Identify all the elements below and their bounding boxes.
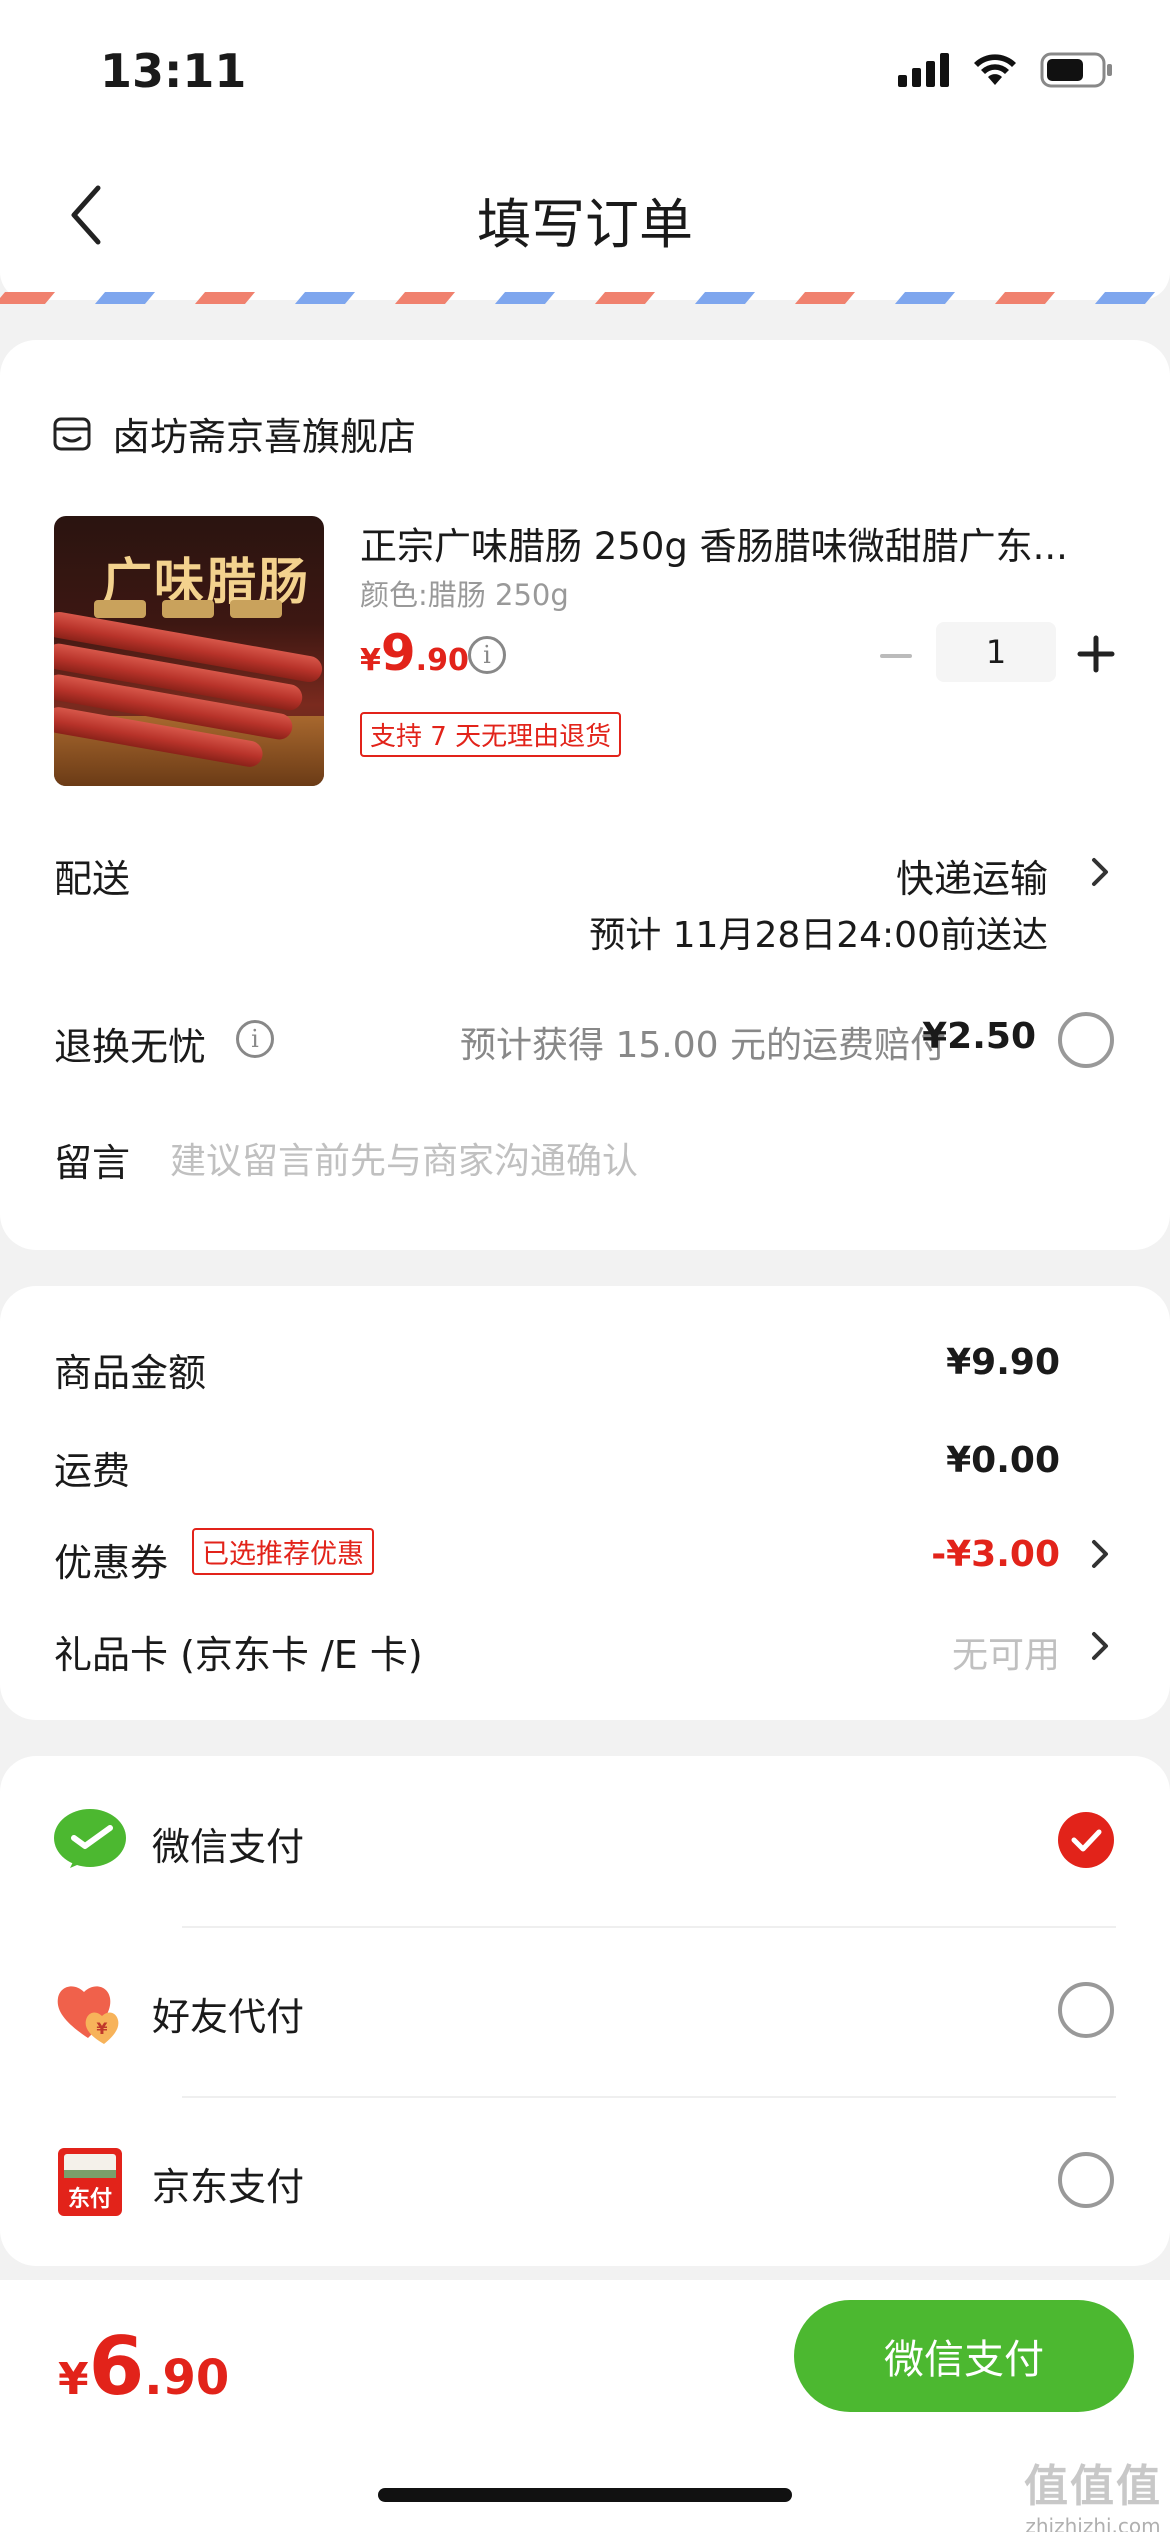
summary-card: 商品金额 ¥9.90 运费 ¥0.00 优惠券 已选推荐优惠 -¥3.00 礼品… [0,1286,1170,1720]
refund-text: 预计获得 15.00 元的运费赔付 [460,1025,946,1066]
refund-price: ¥2.50 [922,1016,1036,1057]
payment-radio[interactable] [1058,2152,1114,2208]
price-integer: 9 [380,624,416,682]
giftcard-label: 礼品卡 (京东卡 /E 卡) [54,1633,423,1677]
payment-card: 微信支付 ¥ 好友代付 东付 京东支付 [0,1756,1170,2266]
wifi-icon [974,54,1016,85]
refund-info-icon[interactable]: i [236,1020,274,1058]
goods-amount-label: 商品金额 [54,1351,207,1395]
product-spec[interactable]: 颜色:腊肠 250g [360,572,569,614]
goods-amount-value: ¥9.90 [946,1342,1060,1383]
battery-icon [1040,52,1112,88]
status-time: 13:11 [100,44,247,98]
payment-radio-checked[interactable] [1058,1812,1114,1868]
store-icon [53,417,91,450]
image-tag [94,600,146,618]
delivery-label: 配送 [54,857,131,901]
chevron-right-icon[interactable] [1084,852,1114,892]
message-label: 留言 [54,1141,131,1185]
signal-icon [898,53,949,87]
watermark-logo: 值值值 [1024,2461,1162,2512]
payment-label: 好友代付 [152,1995,305,2039]
product-image[interactable]: 广味腊肠 [54,516,324,786]
total-price: ¥ 6 .90 [58,2320,229,2413]
status-icons [898,52,1114,88]
product-price: ¥ 9 .90 [360,624,469,682]
image-tag [230,600,282,618]
jd-pay-icon: 东付 [58,2148,122,2216]
store-name: 卤坊斋京喜旗舰店 [112,415,417,459]
order-card: 卤坊斋京喜旗舰店 广味腊肠 正宗广味腊肠 250g 香肠腊味微甜腊广东... 颜… [0,340,1170,1250]
payment-option-wechat[interactable]: 微信支付 [0,1756,1170,1926]
page-title: 填写订单 [477,193,693,256]
quantity-plus-button[interactable] [1076,634,1116,674]
quantity-minus-button[interactable] [876,636,916,676]
total-currency: ¥ [58,2354,89,2405]
payment-label: 京东支付 [152,2165,305,2209]
price-currency: ¥ [360,643,381,678]
price-decimal: .90 [415,643,469,678]
total-integer: 6 [88,2320,145,2413]
delivery-eta: 预计 11月28日24:00前送达 [589,915,1048,956]
product-title[interactable]: 正宗广味腊肠 250g 香肠腊味微甜腊广东... [360,516,1120,570]
refund-label: 退换无忧 [54,1025,207,1069]
pay-button[interactable]: 微信支付 [794,2300,1134,2412]
coupon-value[interactable]: -¥3.00 [931,1534,1060,1575]
coupon-badge: 已选推荐优惠 [192,1528,374,1575]
shipping-label: 运费 [54,1449,131,1493]
shipping-value: ¥0.00 [946,1440,1060,1481]
status-bar: 13:11 [0,0,1170,140]
nav-bar: 填写订单 [0,140,1170,300]
payment-option-jd[interactable]: 东付 京东支付 [0,2096,1170,2266]
payment-option-friend[interactable]: ¥ 好友代付 [0,1926,1170,2096]
home-indicator [378,2488,792,2502]
check-icon [1071,1829,1102,1852]
wechat-pay-icon [54,1809,126,1868]
image-tag [162,600,214,618]
watermark-url: zhizhizhi.com [1025,2514,1161,2532]
refund-radio[interactable] [1058,1012,1114,1068]
airmail-stripe [0,292,1170,304]
price-info-icon[interactable]: i [468,636,506,674]
friend-pay-icon: ¥ [57,1986,119,2044]
watermark: 值值值 zhizhizhi.com [1024,2450,1162,2532]
svg-text:¥: ¥ [96,2019,107,2038]
coupon-label: 优惠券 [54,1541,169,1585]
payment-label: 微信支付 [152,1825,305,1869]
chevron-right-icon[interactable] [1084,1626,1114,1666]
payment-radio[interactable] [1058,1982,1114,2038]
svg-text:东付: 东付 [68,2186,112,2212]
delivery-method[interactable]: 快递运输 [896,848,1048,903]
total-decimal: .90 [144,2350,230,2406]
store-row[interactable]: 卤坊斋京喜旗舰店 [52,406,416,461]
quantity-value[interactable]: 1 [936,622,1056,682]
giftcard-value[interactable]: 无可用 [952,1626,1060,1678]
message-input[interactable]: 建议留言前先与商家沟通确认 [170,1132,638,1184]
chevron-right-icon[interactable] [1084,1534,1114,1574]
return-policy-badge: 支持 7 天无理由退货 [360,712,622,757]
